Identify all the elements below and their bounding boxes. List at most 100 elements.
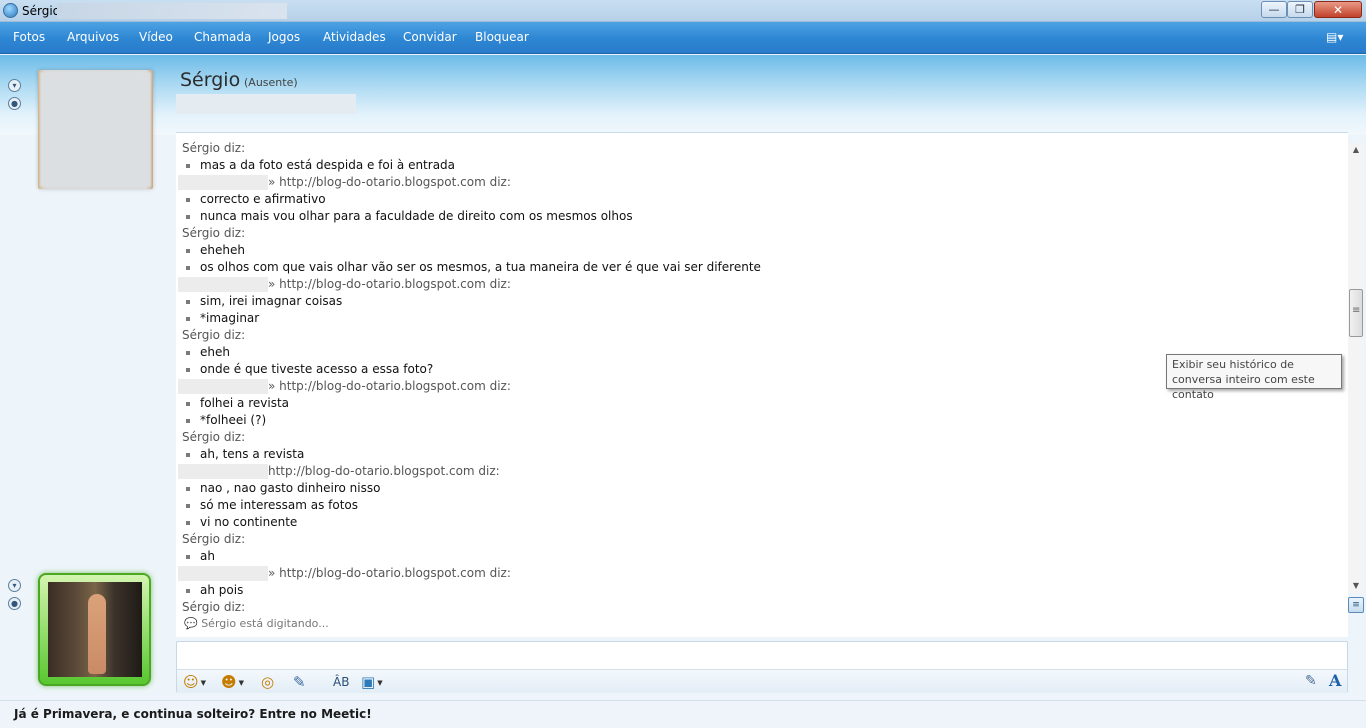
message-line: eheheh <box>186 243 245 260</box>
title-redacted <box>57 3 287 19</box>
messenger-icon <box>3 3 18 18</box>
typing-icon: 💬 <box>184 617 202 630</box>
message-line: ah, tens a revista <box>186 447 304 464</box>
title-bar: Sérgio — ❐ ✕ <box>0 0 1366 22</box>
message-line: só me interessam as fotos <box>186 498 358 515</box>
message-text: ah <box>200 549 215 563</box>
maximize-button[interactable]: ❐ <box>1287 1 1313 18</box>
show-history-button[interactable]: ≡ <box>1348 597 1364 613</box>
redacted-name <box>178 175 268 190</box>
menu-video[interactable]: Vídeo <box>139 30 173 44</box>
sender-line: Sérgio diz: <box>182 600 246 614</box>
scroll-up-icon[interactable]: ▲ <box>1348 143 1364 157</box>
my-display-picture-frame[interactable] <box>38 573 151 686</box>
bullet-icon <box>186 248 190 253</box>
background-button[interactable]: ▣ ▼ <box>361 673 383 691</box>
bullet-icon <box>186 197 190 202</box>
voice-clip-button[interactable]: ✎ <box>293 673 306 691</box>
voice-clip-icon: ✎ <box>293 673 306 691</box>
own-sender-line: http://blog-do-otario.blogspot.com diz: <box>176 464 676 481</box>
bullet-icon <box>186 316 190 321</box>
menu-atividades[interactable]: Atividades <box>323 30 386 44</box>
own-sender-text: » http://blog-do-otario.blogspot.com diz… <box>268 379 511 393</box>
handwriting-icon[interactable]: ✎ <box>1305 673 1317 689</box>
compose-right-tools: ✎ A <box>1301 669 1347 693</box>
dropdown-arrow-icon: ▼ <box>377 678 383 687</box>
message-text: *folheei (?) <box>200 413 267 427</box>
own-sender-line: » http://blog-do-otario.blogspot.com diz… <box>176 566 676 583</box>
conversation-scrollbar[interactable]: ▲ ▼ <box>1348 143 1364 593</box>
scroll-down-icon[interactable]: ▼ <box>1348 579 1364 593</box>
own-sender-line: » http://blog-do-otario.blogspot.com diz… <box>176 277 676 294</box>
menu-convidar[interactable]: Convidar <box>403 30 457 44</box>
maximize-icon: ❐ <box>1295 3 1305 16</box>
close-icon: ✕ <box>1332 2 1344 17</box>
message-line: vi no continente <box>186 515 297 532</box>
bullet-icon <box>186 163 190 168</box>
wink-button[interactable]: ☻ ▼ <box>221 673 244 691</box>
menu-arquivos[interactable]: Arquivos <box>67 30 119 44</box>
message-line: *imaginar <box>186 311 259 328</box>
message-text: eheheh <box>200 243 245 257</box>
message-text: só me interessam as fotos <box>200 498 359 512</box>
minimize-button[interactable]: — <box>1261 1 1287 18</box>
bullet-icon <box>186 265 190 270</box>
message-input[interactable] <box>177 642 1347 669</box>
bullet-icon <box>186 520 190 525</box>
self-webcam-icon[interactable]: ● <box>8 597 21 610</box>
emoticon-button[interactable]: ☺ ▼ <box>183 673 206 691</box>
message-compose-area: ☺ ▼ ☻ ▼ ◎ ✎ ÂB ▣ ▼ ✎ A <box>176 641 1348 693</box>
menu-fotos[interactable]: Fotos <box>13 30 45 44</box>
close-button[interactable]: ✕ <box>1314 1 1362 18</box>
own-sender-line: » http://blog-do-otario.blogspot.com diz… <box>176 379 676 396</box>
contact-status: (Ausente) <box>244 76 298 89</box>
background-icon: ▣ <box>361 673 376 691</box>
message-text: *imaginar <box>200 311 260 325</box>
sender-line: Sérgio diz: <box>182 328 246 342</box>
message-text: ah pois <box>200 583 244 597</box>
menu-bloquear[interactable]: Bloquear <box>475 30 529 44</box>
bullet-icon <box>186 299 190 304</box>
font-icon[interactable]: A <box>1329 671 1341 690</box>
scroll-thumb[interactable] <box>1349 289 1363 337</box>
bullet-icon <box>186 350 190 355</box>
bullet-icon <box>186 588 190 593</box>
menu-chamada[interactable]: Chamada <box>194 30 251 44</box>
bullet-icon <box>186 401 190 406</box>
message-line: correcto e afirmativo <box>186 192 326 209</box>
redacted-name <box>178 277 268 292</box>
contact-display-picture[interactable] <box>38 70 153 189</box>
message-line: nao , nao gasto dinheiro nisso <box>186 481 380 498</box>
message-text: nunca mais vou olhar para a faculdade de… <box>200 209 633 223</box>
message-text: ah, tens a revista <box>200 447 305 461</box>
nudge-icon: ◎ <box>261 673 275 691</box>
message-text: os olhos com que vais olhar vão ser os m… <box>200 260 761 274</box>
redacted-name <box>178 566 268 581</box>
webcam-icon[interactable]: ● <box>8 97 21 110</box>
message-line: ah pois <box>186 583 243 600</box>
collapse-self-icon[interactable]: ▾ <box>8 579 21 592</box>
bullet-icon <box>186 486 190 491</box>
message-line: os olhos com que vais olhar vão ser os m… <box>186 260 761 277</box>
minimize-icon: — <box>1268 3 1280 16</box>
ad-bar: Já é Primavera, e continua solteiro? Ent… <box>0 700 1366 728</box>
spellcheck-icon: ÂB <box>333 675 350 689</box>
dropdown-arrow-icon: ▼ <box>238 678 245 687</box>
bullet-icon <box>186 554 190 559</box>
bullet-icon <box>186 214 190 219</box>
my-display-picture <box>48 582 142 677</box>
bullet-icon <box>186 418 190 423</box>
bullet-icon <box>186 452 190 457</box>
collapse-contact-icon[interactable]: ▾ <box>8 79 21 92</box>
sender-line: Sérgio diz: <box>182 532 246 546</box>
redacted-name <box>178 379 268 394</box>
nudge-button[interactable]: ◎ <box>261 673 274 691</box>
options-menu-icon[interactable]: ▤▾ <box>1326 30 1352 46</box>
message-line: nunca mais vou olhar para a faculdade de… <box>186 209 633 226</box>
ad-link[interactable]: Já é Primavera, e continua solteiro? Ent… <box>14 707 372 721</box>
spellcheck-button[interactable]: ÂB <box>333 673 349 691</box>
own-sender-text: http://blog-do-otario.blogspot.com diz: <box>268 464 500 478</box>
bullet-icon <box>186 367 190 372</box>
menu-jogos[interactable]: Jogos <box>268 30 300 44</box>
emoticon-icon: ☺ <box>183 673 199 691</box>
